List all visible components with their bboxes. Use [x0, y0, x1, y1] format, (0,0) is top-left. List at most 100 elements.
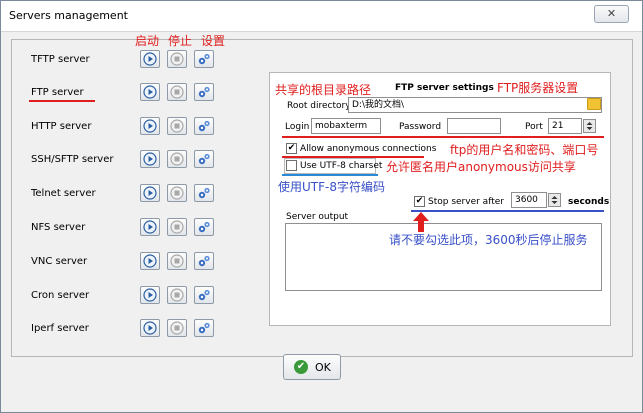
server-label: Iperf server — [31, 323, 89, 334]
password-label: Password — [399, 122, 442, 132]
stop-after-underline — [411, 210, 604, 212]
ok-button[interactable]: ✔ OK — [283, 354, 341, 380]
gear-icon — [198, 120, 210, 132]
stop-icon — [170, 52, 184, 66]
stop-icon — [170, 220, 184, 234]
start-server-button[interactable] — [140, 50, 160, 68]
stop-server-after-checkbox[interactable]: ✔ — [414, 196, 425, 207]
server-label: VNC server — [31, 256, 88, 267]
checkmark-icon: ✔ — [287, 143, 296, 153]
settings-server-button[interactable] — [194, 117, 214, 135]
play-icon — [143, 220, 157, 234]
login-input[interactable]: mobaxterm — [311, 118, 381, 134]
settings-server-button[interactable] — [194, 50, 214, 68]
stop-icon — [170, 321, 184, 335]
allow-anonymous-checkbox[interactable]: ✔ — [286, 143, 297, 154]
start-server-button[interactable] — [140, 252, 160, 270]
stop-server-button[interactable] — [167, 83, 187, 101]
folder-icon[interactable] — [587, 98, 601, 110]
annotation-ftp-settings: FTP服务器设置 — [497, 81, 579, 95]
gear-icon — [198, 221, 210, 233]
settings-server-button[interactable] — [194, 83, 214, 101]
stop-server-button[interactable] — [167, 184, 187, 202]
start-server-button[interactable] — [140, 286, 160, 304]
window-title: Servers management — [9, 9, 128, 22]
server-label: SSH/SFTP server — [31, 154, 114, 165]
up-down-arrows-icon — [586, 122, 593, 130]
stop-server-button[interactable] — [167, 218, 187, 236]
checkmark-icon: ✔ — [415, 196, 424, 206]
server-label: Cron server — [31, 290, 90, 301]
settings-server-button[interactable] — [194, 218, 214, 236]
check-circle-icon: ✔ — [294, 360, 308, 374]
annotation-anonymous: 允许匿名用户anonymous访问共享 — [386, 160, 576, 174]
stop-after-spinner[interactable] — [548, 193, 561, 207]
port-input[interactable]: 21 — [548, 118, 582, 134]
start-server-button[interactable] — [140, 83, 160, 101]
settings-server-button[interactable] — [194, 184, 214, 202]
stop-icon — [170, 186, 184, 200]
seconds-label: seconds — [568, 197, 610, 207]
port-spinner[interactable] — [583, 119, 596, 133]
utf8-checkbox[interactable] — [286, 160, 297, 171]
allow-anonymous-label: Allow anonymous connections — [300, 144, 437, 154]
root-directory-input[interactable]: D:\我的文档\ — [348, 97, 602, 113]
utf8-label: Use UTF-8 charset — [300, 161, 383, 171]
settings-server-button[interactable] — [194, 252, 214, 270]
stop-icon — [170, 152, 184, 166]
annotation-root-path: 共享的根目录路径 — [275, 83, 372, 97]
settings-server-button[interactable] — [194, 150, 214, 168]
start-server-button[interactable] — [140, 319, 160, 337]
stop-after-seconds-input[interactable]: 3600 — [511, 192, 547, 208]
server-label: HTTP server — [31, 121, 92, 132]
annotation-settings: 设置 — [201, 34, 226, 48]
play-icon — [143, 119, 157, 133]
server-label: FTP server — [31, 87, 84, 98]
server-output-label: Server output — [286, 212, 349, 222]
red-arrow-icon — [413, 212, 429, 232]
stop-icon — [170, 119, 184, 133]
start-server-button[interactable] — [140, 218, 160, 236]
settings-server-button[interactable] — [194, 286, 214, 304]
gear-icon — [198, 53, 210, 65]
ftp-settings-header: FTP server settings — [395, 83, 494, 93]
play-icon — [143, 52, 157, 66]
stop-server-button[interactable] — [167, 319, 187, 337]
stop-server-button[interactable] — [167, 286, 187, 304]
password-input[interactable] — [447, 118, 501, 134]
gear-icon — [198, 86, 210, 98]
stop-icon — [170, 288, 184, 302]
play-icon — [143, 288, 157, 302]
ok-button-label: OK — [315, 361, 331, 374]
stop-server-button[interactable] — [167, 150, 187, 168]
stop-icon — [170, 254, 184, 268]
gear-icon — [198, 289, 210, 301]
play-icon — [143, 152, 157, 166]
server-label: Telnet server — [31, 188, 96, 199]
close-button[interactable]: ✕ — [594, 5, 629, 23]
annotation-start: 启动 — [135, 34, 160, 48]
start-server-button[interactable] — [140, 117, 160, 135]
play-icon — [143, 186, 157, 200]
gear-icon — [198, 322, 210, 334]
utf8-underline — [282, 174, 378, 176]
servers-management-window: Servers management ✕ 启动 停止 设置 TFTP serve… — [0, 0, 643, 413]
stop-server-button[interactable] — [167, 117, 187, 135]
stop-server-after-label: Stop server after — [428, 197, 504, 207]
start-server-button[interactable] — [140, 150, 160, 168]
annotation-stop: 停止 — [168, 34, 193, 48]
start-server-button[interactable] — [140, 184, 160, 202]
server-label: NFS server — [31, 222, 86, 233]
play-icon — [143, 85, 157, 99]
stop-server-button[interactable] — [167, 50, 187, 68]
server-label: TFTP server — [31, 54, 90, 65]
root-directory-label: Root directory — [287, 101, 351, 111]
settings-server-button[interactable] — [194, 319, 214, 337]
stop-server-button[interactable] — [167, 252, 187, 270]
stop-icon — [170, 85, 184, 99]
credentials-underline — [282, 136, 604, 138]
title-bar: Servers management ✕ — [1, 1, 642, 32]
up-down-arrows-icon — [551, 196, 558, 204]
annotation-credentials: ftp的用户名和密码、端口号 — [450, 143, 599, 157]
login-label: Login — [285, 122, 310, 132]
